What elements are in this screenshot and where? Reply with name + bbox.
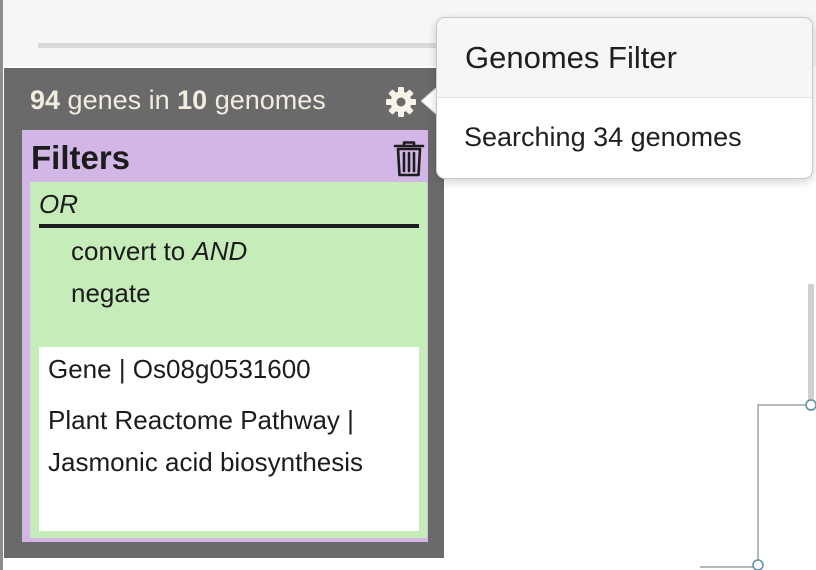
results-summary: 94 genes in 10 genomes (30, 84, 326, 116)
tree-branch-line (757, 404, 816, 565)
genomes-filter-popover: Genomes Filter Searching 34 genomes (436, 17, 813, 179)
popover-body-text: Searching 34 genomes (464, 122, 742, 152)
trash-icon[interactable] (393, 140, 425, 178)
gear-icon[interactable] (385, 86, 417, 118)
popover-header: Genomes Filter (437, 18, 812, 98)
gene-count: 94 (30, 85, 61, 115)
convert-to-and-link[interactable]: convert to AND (71, 236, 247, 266)
group-operator-label: OR (39, 189, 78, 219)
genes-in-text: genes in (60, 85, 178, 115)
negate-link[interactable]: negate (71, 278, 151, 308)
filter-item-pathway[interactable]: Plant Reactome Pathway | Jasmonic acid b… (48, 399, 388, 483)
convert-target-text: AND (192, 236, 248, 266)
filters-title: Filters (31, 139, 131, 176)
genomes-text: genomes (207, 85, 326, 115)
tree-node-marker[interactable] (752, 559, 764, 570)
filter-item-gene[interactable]: Gene | Os08g0531600 (48, 348, 388, 390)
popover-title: Genomes Filter (465, 40, 677, 75)
convert-prefix-text: convert to (71, 236, 193, 266)
group-operator-rule (39, 224, 419, 228)
tree-node-marker[interactable] (805, 399, 816, 411)
genome-count: 10 (177, 85, 208, 115)
